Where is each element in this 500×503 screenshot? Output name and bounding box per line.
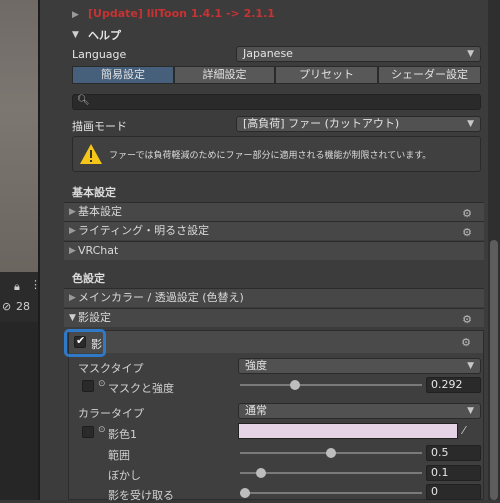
section-label: メインカラー / 透過設定 (色替え) (78, 291, 244, 304)
chevron-right-icon: ▶ (69, 246, 76, 256)
eyedropper-icon[interactable]: ⁄ (463, 424, 465, 437)
language-value: Japanese (243, 47, 293, 60)
color-type-label: カラータイプ (78, 407, 144, 420)
lock-icon[interactable]: 🔒︎ (14, 280, 20, 294)
visibility-icon[interactable]: ⊘ (2, 300, 11, 313)
chevron-right-icon[interactable]: ▶ (72, 10, 79, 20)
mask-texture-slot[interactable] (82, 380, 94, 392)
chevron-right-icon: ▶ (69, 207, 76, 217)
shadow-toggle-label: 影 (91, 338, 102, 351)
shadow-color-swatch[interactable] (238, 423, 458, 439)
render-mode-value: [高負荷] ファー (カットアウト) (243, 117, 400, 130)
range-slider-handle[interactable] (326, 448, 336, 458)
help-header[interactable]: ヘルプ (88, 27, 121, 43)
mask-strength-slider-handle[interactable] (290, 380, 300, 390)
tab-label: 簡易設定 (101, 68, 145, 81)
range-label: 範囲 (108, 449, 130, 462)
caret-down-icon: ▼ (467, 361, 474, 371)
shadow-enable-checkbox[interactable]: ✔ (74, 334, 86, 348)
basic-group-title: 基本設定 (72, 186, 116, 199)
receive-shadow-slider[interactable] (240, 492, 422, 494)
chevron-down-icon[interactable]: ▼ (72, 30, 79, 40)
mask-type-value: 強度 (245, 359, 267, 372)
receive-shadow-field[interactable]: 0 (426, 484, 481, 500)
warning-text: ファーでは負荷軽減のためにファー部分に適用される機能が制限されています。 (109, 151, 432, 161)
color-group-title: 色設定 (72, 272, 105, 285)
blur-field[interactable]: 0.1 (426, 465, 481, 481)
target-icon[interactable]: ⊙ (98, 425, 106, 435)
receive-shadow-slider-handle[interactable] (240, 488, 250, 498)
section-main-color[interactable]: ▶ メインカラー / 透過設定 (色替え) (64, 288, 484, 307)
tab-shader-settings[interactable]: シェーダー設定 (378, 66, 481, 84)
blur-label: ぼかし (108, 469, 141, 482)
mask-strength-label: マスクと強度 (108, 382, 174, 395)
section-label: 影設定 (78, 311, 111, 324)
blur-slider[interactable] (240, 472, 422, 474)
color-type-value: 通常 (245, 404, 267, 417)
caret-down-icon: ▼ (467, 406, 474, 416)
language-label: Language (72, 48, 127, 61)
shadow-toggle-row: ⚙ (69, 331, 483, 353)
shadow-color-texture-slot[interactable] (82, 426, 94, 438)
render-mode-dropdown[interactable]: [高負荷] ファー (カットアウト) ▼ (236, 116, 481, 132)
section-shadow[interactable]: ▼ 影設定 ⚙ (64, 308, 484, 327)
gear-icon[interactable]: ⚙ (462, 224, 472, 242)
mask-type-label: マスクタイプ (78, 362, 144, 375)
shadow-color-label: 影色1 (108, 428, 137, 441)
render-mode-label: 描画モード (72, 120, 127, 133)
tab-advanced[interactable]: 詳細設定 (174, 66, 275, 84)
gear-icon[interactable]: ⚙ (462, 311, 472, 329)
search-icon: 🔍︎ (77, 95, 90, 106)
section-label: ライティング・明るさ設定 (78, 224, 210, 237)
mask-strength-slider[interactable] (240, 384, 422, 386)
scene-count: 28 (16, 300, 30, 313)
chevron-right-icon: ▶ (69, 293, 76, 303)
section-lighting[interactable]: ▶ ライティング・明るさ設定 ⚙ (64, 221, 484, 240)
scene-viewport[interactable] (0, 0, 38, 272)
range-field[interactable]: 0.5 (426, 445, 481, 461)
warning-box: ファーでは負荷軽減のためにファー部分に適用される機能が制限されています。 (72, 136, 481, 172)
check-icon: ✔ (76, 334, 86, 347)
tab-label: 詳細設定 (202, 68, 247, 81)
mask-strength-field[interactable]: 0.292 (426, 377, 481, 393)
tab-simple[interactable]: 簡易設定 (72, 66, 174, 84)
scrollbar-thumb[interactable] (490, 240, 498, 500)
section-basic[interactable]: ▶ 基本設定 ⚙ (64, 202, 484, 221)
scene-lower (0, 322, 38, 500)
chevron-right-icon: ▶ (69, 226, 76, 236)
tab-label: シェーダー設定 (391, 68, 468, 81)
gear-icon[interactable]: ⚙ (461, 336, 471, 349)
mask-type-dropdown[interactable]: 強度 ▼ (238, 358, 481, 374)
section-label: 基本設定 (78, 205, 122, 218)
language-dropdown[interactable]: Japanese ▼ (236, 46, 481, 62)
scene-toolbar: 🔒︎ ⋮ ⊘ 28 (0, 272, 41, 322)
caret-down-icon: ▼ (467, 49, 474, 59)
section-vrchat[interactable]: ▶ VRChat (64, 241, 484, 260)
warning-icon (80, 144, 102, 164)
tab-preset[interactable]: プリセット (275, 66, 378, 84)
receive-shadow-label: 影を受け取る (108, 489, 174, 502)
blur-slider-handle[interactable] (256, 468, 266, 478)
target-icon[interactable]: ⊙ (98, 379, 106, 389)
caret-down-icon: ▼ (467, 119, 474, 129)
section-label: VRChat (78, 244, 119, 257)
chevron-down-icon: ▼ (69, 313, 76, 323)
search-input[interactable]: 🔍︎ (72, 94, 481, 110)
update-notice[interactable]: [Update] lilToon 1.4.1 -> 2.1.1 (88, 7, 275, 20)
color-type-dropdown[interactable]: 通常 ▼ (238, 403, 481, 419)
tab-label: プリセット (299, 68, 354, 81)
